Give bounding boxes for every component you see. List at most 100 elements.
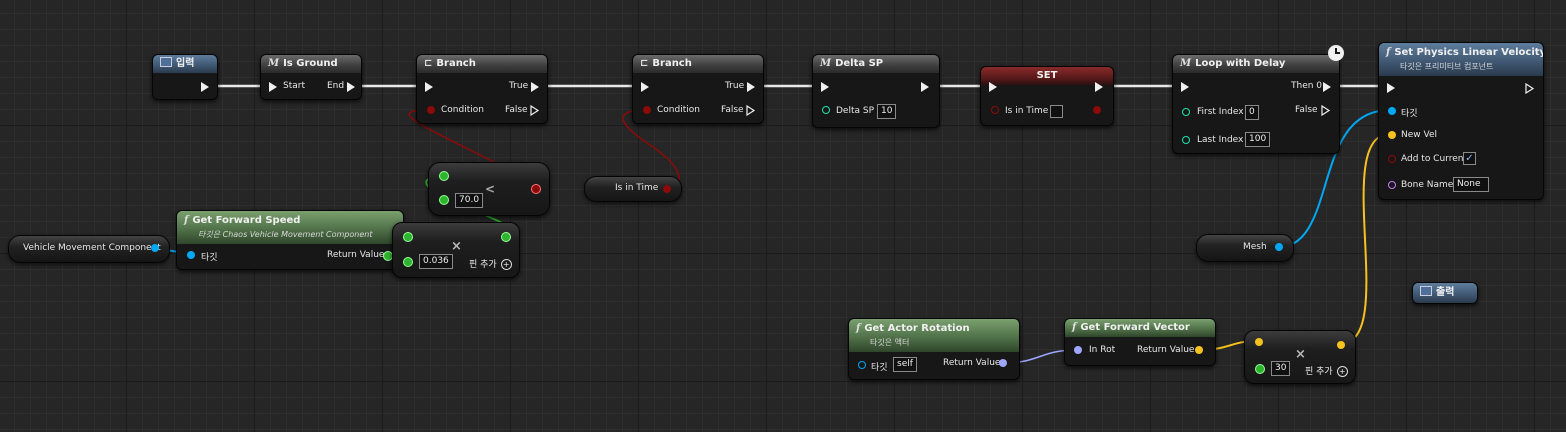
target-pin[interactable] (1388, 107, 1396, 115)
delta-sp-label: Delta SP (836, 106, 875, 116)
add-pin-button[interactable]: 핀 추가 + (469, 257, 512, 270)
self-field[interactable]: self (893, 357, 917, 372)
loop-with-delay-node[interactable]: M Loop with Delay Then 0 First Index 0 Fa… (1172, 54, 1340, 154)
get-forward-speed-node[interactable]: f Get Forward Speed 타깃은 Chaos Vehicle Move… (176, 210, 404, 270)
vehicle-movement-component-variable[interactable]: Vehicle Movement Component (8, 235, 170, 263)
actor-rotation-subtitle: 타깃은 액터 (870, 338, 910, 347)
is-in-time-variable[interactable]: Is in Time (584, 176, 682, 202)
multiply-node-2[interactable]: × 30 핀 추가 + (1244, 330, 1356, 384)
multiply-input-a-pin[interactable] (403, 232, 413, 242)
in-rot-pin[interactable] (1074, 346, 1082, 354)
start-exec-pin[interactable] (269, 82, 277, 92)
is-ground-header[interactable]: M Is Ground (261, 55, 361, 73)
less-input-b-pin[interactable] (439, 195, 449, 205)
add-pin-button[interactable]: 핀 추가 + (1305, 364, 1348, 377)
get-actor-rotation-node[interactable]: f Get Actor Rotation 타깃은 액터 타깃 self Return… (848, 318, 1020, 380)
first-index-field[interactable]: 0 (1245, 105, 1259, 120)
false-exec-pin[interactable] (746, 105, 756, 116)
less-output-pin[interactable] (531, 184, 541, 194)
condition-pin[interactable] (427, 106, 435, 114)
then0-exec-pin[interactable] (1323, 82, 1331, 92)
target-label: 타깃 (871, 363, 888, 373)
less-than-node[interactable]: 70.0 < (428, 162, 550, 216)
forward-vector-header[interactable]: f Get Forward Vector (1065, 319, 1215, 337)
is-ground-title: Is Ground (283, 58, 338, 69)
set-physics-linear-velocity-node[interactable]: f Set Physics Linear Velocity 타깃은 프리미티브 컴포… (1378, 42, 1544, 200)
multiply-output-pin[interactable] (501, 232, 511, 242)
target-pin[interactable] (858, 361, 866, 369)
add-to-current-pin[interactable] (1388, 155, 1396, 163)
output-node-header[interactable]: 출력 (1413, 283, 1477, 303)
exec-in-pin[interactable] (1387, 83, 1395, 93)
vmc-output-pin[interactable] (151, 244, 159, 252)
start-label: Start (283, 81, 305, 91)
return-value-pin[interactable] (1195, 346, 1203, 354)
branch-node-2[interactable]: ⊏ Branch True Condition False (632, 54, 764, 124)
actor-rotation-header[interactable]: f Get Actor Rotation 타깃은 액터 (849, 319, 1019, 352)
set-header[interactable]: SET (981, 67, 1113, 85)
true-exec-pin[interactable] (747, 82, 755, 92)
is-in-time-checkbox[interactable] (1050, 105, 1063, 118)
is-in-time-out-pin[interactable] (1093, 106, 1101, 114)
exec-in-pin[interactable] (641, 82, 649, 92)
bone-name-field[interactable]: None (1453, 177, 1489, 192)
output-node[interactable]: 출력 (1412, 282, 1478, 304)
branch-header[interactable]: ⊏ Branch (417, 55, 547, 73)
multiply-value-field[interactable]: 30 (1271, 361, 1291, 376)
blueprint-graph-canvas[interactable]: 입력 M Is Ground Start End ⊏ Branch True Con… (0, 0, 1566, 432)
set-velocity-header[interactable]: f Set Physics Linear Velocity 타깃은 프리미티브 컴포… (1379, 43, 1543, 76)
function-icon: f (184, 215, 189, 226)
multiply-value-field[interactable]: 0.036 (419, 254, 453, 269)
delta-sp-header[interactable]: M Delta SP (813, 55, 939, 73)
exec-in-pin[interactable] (1181, 82, 1189, 92)
multiply-output-pin[interactable] (1337, 341, 1345, 349)
is-in-time-output-pin[interactable] (663, 185, 671, 193)
input-node-header[interactable]: 입력 (153, 55, 217, 73)
multiply-input-b-pin[interactable] (403, 257, 413, 267)
first-index-pin[interactable] (1182, 108, 1190, 116)
loop-header[interactable]: M Loop with Delay (1173, 55, 1339, 73)
true-label: True (725, 81, 745, 91)
bone-name-pin[interactable] (1388, 181, 1396, 189)
target-pin[interactable] (187, 251, 195, 259)
end-exec-pin[interactable] (347, 82, 355, 92)
input-node[interactable]: 입력 (152, 54, 218, 100)
is-in-time-label: Is in Time (1005, 106, 1049, 116)
less-input-a-pin[interactable] (439, 171, 449, 181)
less-value-field[interactable]: 70.0 (455, 193, 484, 208)
get-forward-vector-node[interactable]: f Get Forward Vector In Rot Return Value (1064, 318, 1216, 366)
exec-in-pin[interactable] (425, 82, 433, 92)
branch-node-1[interactable]: ⊏ Branch True Condition False (416, 54, 548, 124)
delta-sp-value-field[interactable]: 10 (877, 104, 897, 119)
true-exec-pin[interactable] (531, 82, 539, 92)
multiply-node-1[interactable]: × 0.036 핀 추가 + (392, 222, 520, 278)
forward-speed-header[interactable]: f Get Forward Speed 타깃은 Chaos Vehicle Move… (177, 211, 403, 244)
delta-sp-pin[interactable] (822, 106, 830, 114)
exec-out-pin[interactable] (1095, 82, 1103, 92)
is-in-time-in-pin[interactable] (991, 106, 999, 114)
false-exec-pin[interactable] (530, 105, 540, 116)
exec-in-pin[interactable] (821, 82, 829, 92)
condition-pin[interactable] (643, 106, 651, 114)
delta-sp-node[interactable]: M Delta SP Delta SP 10 (812, 54, 940, 128)
add-to-current-label: Add to Current (1401, 154, 1467, 164)
is-ground-node[interactable]: M Is Ground Start End (260, 54, 362, 100)
set-node[interactable]: SET Is in Time (980, 66, 1114, 126)
new-vel-pin[interactable] (1388, 131, 1396, 139)
exec-out-pin[interactable] (201, 82, 209, 92)
mesh-variable[interactable]: Mesh (1196, 234, 1294, 262)
last-index-field[interactable]: 100 (1245, 132, 1271, 147)
add-to-current-checkbox[interactable]: ✓ (1463, 152, 1476, 165)
exec-out-pin[interactable] (1525, 83, 1535, 94)
exec-in-pin[interactable] (989, 82, 997, 92)
false-exec-pin[interactable] (1321, 105, 1331, 116)
branch-header[interactable]: ⊏ Branch (633, 55, 763, 73)
mesh-output-pin[interactable] (1275, 243, 1283, 251)
exec-out-pin[interactable] (921, 82, 929, 92)
multiply-input-a-pin[interactable] (1255, 338, 1263, 346)
return-value-pin[interactable] (999, 359, 1007, 367)
target-label: 타깃 (1401, 109, 1418, 119)
multiply-input-b-pin[interactable] (1255, 364, 1265, 374)
set-velocity-subtitle: 타깃은 프리미티브 컴포넌트 (1400, 62, 1494, 71)
last-index-pin[interactable] (1182, 136, 1190, 144)
